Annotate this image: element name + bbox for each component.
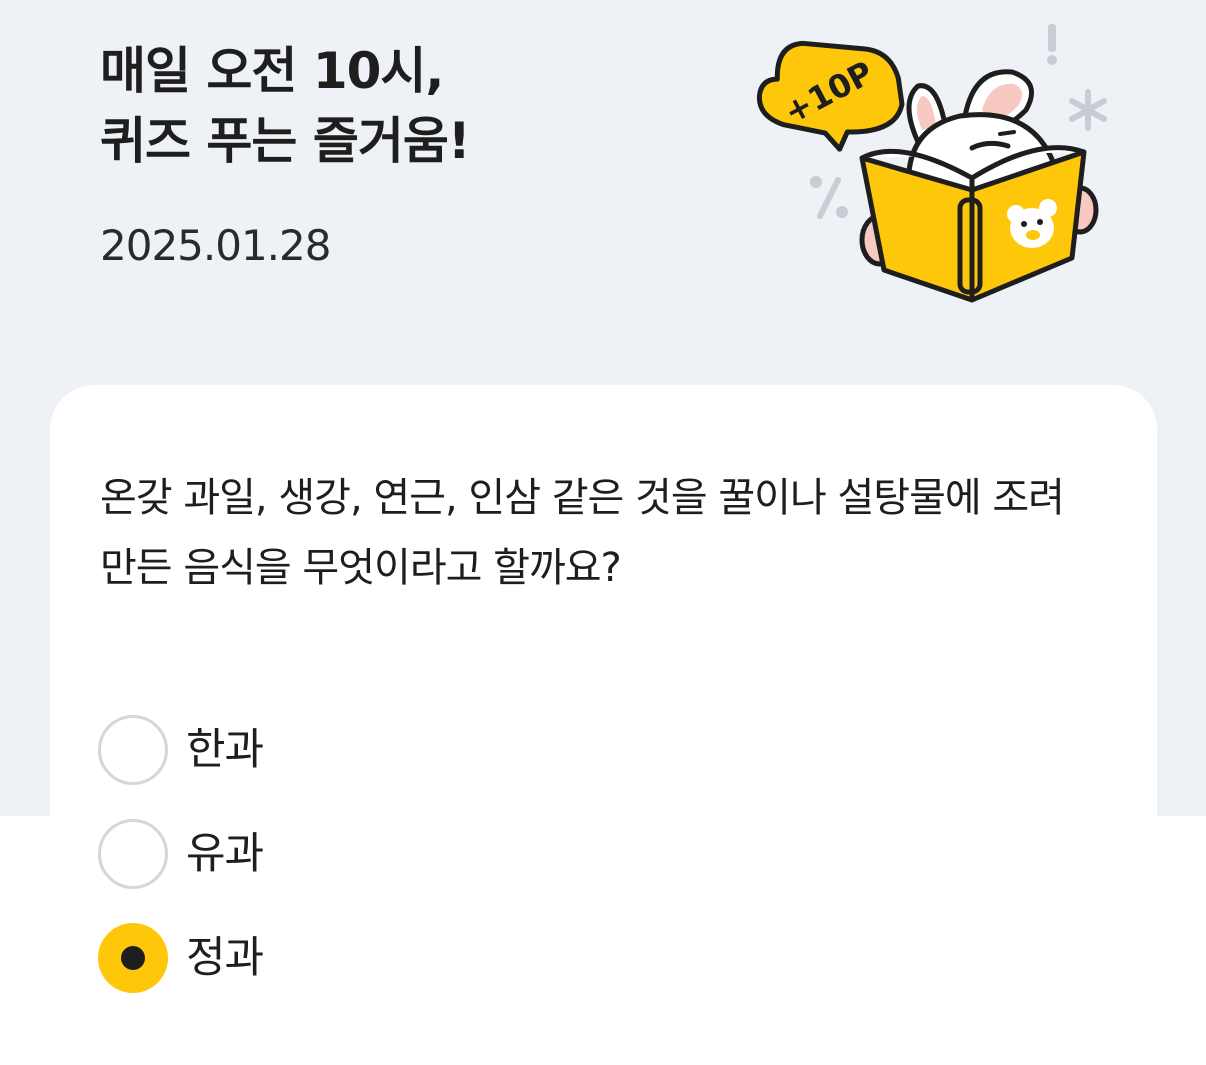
quiz-question: 온갖 과일, 생강, 연근, 인삼 같은 것을 꿀이나 설탕물에 조려 만든 음…: [100, 475, 1065, 591]
answer-option-2[interactable]: 유과: [98, 802, 264, 906]
asterisk-icon: [1069, 89, 1107, 131]
page-title: 매일 오전 10시, 퀴즈 푸는 즐거움!: [100, 36, 471, 176]
points-badge: +10P: [756, 40, 905, 152]
title-line-1: 매일 오전 10시,: [100, 42, 444, 100]
answer-option-label: 한과: [186, 725, 264, 775]
percent-icon: [810, 176, 848, 219]
quiz-date: 2025.01.28: [100, 221, 331, 270]
title-line-2: 퀴즈 푸는 즐거움!: [100, 112, 471, 170]
answer-option-1[interactable]: 한과: [98, 698, 264, 802]
answer-option-label: 유과: [186, 829, 264, 879]
quiz-card: 온갖 과일, 생강, 연근, 인삼 같은 것을 꿀이나 설탕물에 조려 만든 음…: [50, 385, 1157, 1065]
rabbit-reading-book-icon: +10P: [756, 24, 1107, 303]
answer-options: 한과 유과 정과: [98, 698, 264, 1010]
radio-empty-icon[interactable]: [98, 819, 168, 889]
exclamation-icon: [1047, 24, 1057, 65]
radio-checked-icon[interactable]: [98, 923, 168, 993]
answer-option-3[interactable]: 정과: [98, 906, 264, 1010]
radio-empty-icon[interactable]: [98, 715, 168, 785]
answer-option-label: 정과: [186, 933, 264, 983]
